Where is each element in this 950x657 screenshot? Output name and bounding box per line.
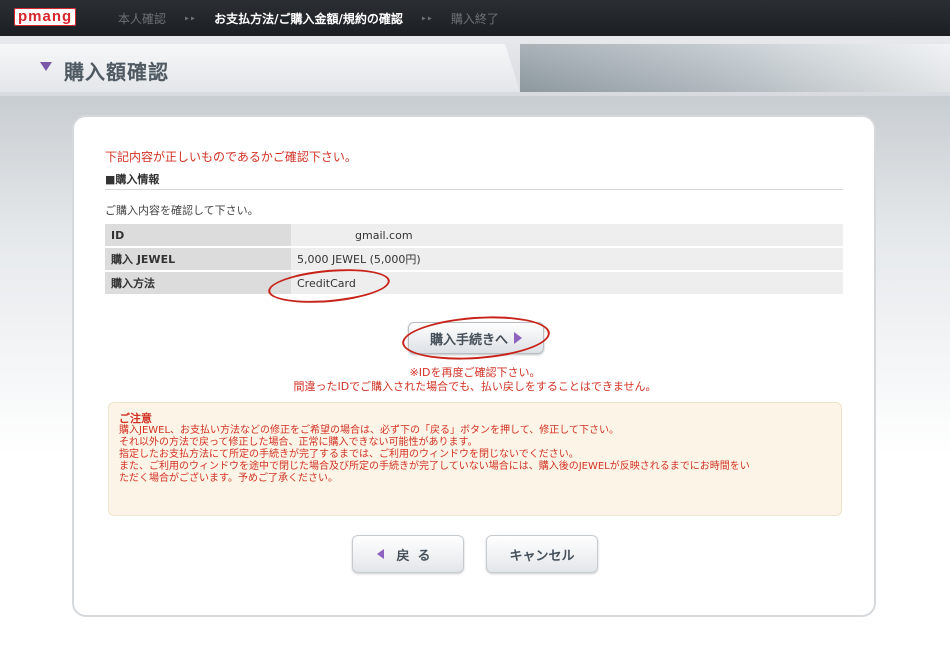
purchase-info-table: ID gmail.com 購入 JEWEL 5,000 JEWEL (5,000… (105, 222, 843, 296)
arrow-left-icon (377, 549, 385, 559)
step-purchase-complete: 購入終了 (450, 12, 499, 26)
refund-warning: 間違ったIDでご購入された場合でも、払い戻しをすることはできません。 (293, 380, 657, 393)
table-row: 購入 JEWEL 5,000 JEWEL (5,000円) (105, 248, 843, 270)
notice-line: また、ご利用のウィンドウを途中で閉じた場合及び所定の手続きが完了していない場合に… (119, 461, 750, 472)
step-progress: 本人確認 ▸▸ お支払方法/ご購入金額/規約の確認 ▸▸ 購入終了 (118, 10, 499, 27)
notice-line: それ以外の方法で戻って修正した場合、正常に購入できない可能性があります。 (119, 437, 478, 448)
step-payment-confirm: お支払方法/ご購入金額/規約の確認 (214, 12, 403, 26)
cancel-button-label: キャンセル (509, 548, 575, 564)
confirm-warning: 下記内容が正しいものであるかご確認下さい。 (105, 150, 357, 164)
back-button[interactable]: 戻る (352, 535, 464, 573)
row-value-id: gmail.com (291, 224, 843, 246)
row-key-method: 購入方法 (105, 272, 291, 294)
row-key-jewel: 購入 JEWEL (105, 248, 291, 270)
step-separator-icon: ▸▸ (184, 13, 197, 24)
confirm-note: ご購入内容を確認して下さい。 (105, 204, 259, 217)
table-row: ID gmail.com (105, 224, 843, 246)
section-divider (105, 189, 843, 190)
notice-line: 指定したお支払方法にて所定の手続きが完了するまでは、ご利用のウィンドウを閉じない… (119, 449, 579, 460)
header-decoration (520, 44, 950, 92)
notice-title: ご注意 (119, 412, 152, 425)
table-row: 購入方法 CreditCard (105, 272, 843, 294)
step-identity-check: 本人確認 (118, 12, 167, 26)
cancel-button[interactable]: キャンセル (486, 535, 598, 573)
notice-box: ご注意 購入JEWEL、お支払い方法などの修正をご希望の場合は、必ず下の「戻る」… (108, 402, 842, 516)
page-title: 購入額確認 (64, 60, 169, 84)
arrow-right-icon (514, 332, 522, 344)
triangle-down-icon (40, 62, 52, 71)
pmang-logo[interactable]: pmang (14, 8, 77, 26)
top-bar: pmang 本人確認 ▸▸ お支払方法/ご購入金額/規約の確認 ▸▸ 購入終了 (0, 0, 950, 36)
step-separator-icon: ▸▸ (420, 13, 433, 24)
row-key-id: ID (105, 224, 291, 246)
notice-line: ただく場合がございます。予めご了承ください。 (119, 473, 338, 484)
notice-line: 購入JEWEL、お支払い方法などの修正をご希望の場合は、必ず下の「戻る」ボタンを… (119, 425, 619, 436)
row-value-jewel: 5,000 JEWEL (5,000円) (291, 248, 843, 270)
purchase-button[interactable]: 購入手続きへ (408, 322, 544, 354)
back-button-label: 戻る (396, 548, 439, 564)
section-title: ■購入情報 (105, 173, 160, 186)
purchase-button-label: 購入手続きへ (429, 332, 508, 348)
